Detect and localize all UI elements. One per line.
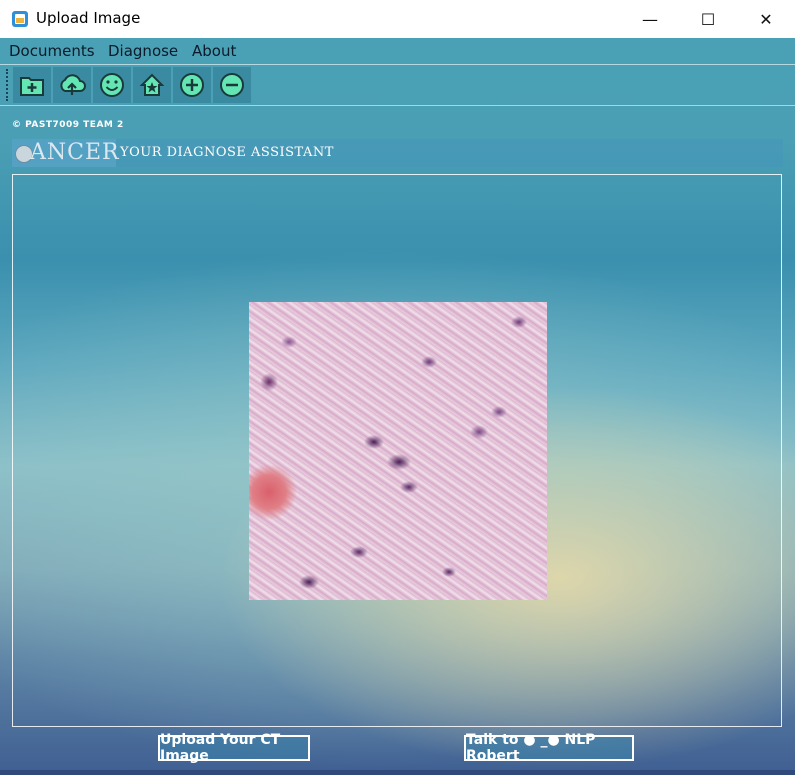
upload-cloud-icon — [60, 74, 86, 95]
logo: ANCER — [12, 139, 119, 167]
zoom-in-icon — [180, 73, 204, 97]
smiley-icon — [100, 73, 124, 97]
upload-ct-image-button[interactable]: Upload Your CT Image — [158, 732, 310, 764]
menu-diagnose[interactable]: Diagnose — [108, 42, 178, 60]
main-window: Documents Diagnose About © PAST7009 TEAM… — [0, 38, 795, 775]
menu-about[interactable]: About — [192, 42, 236, 60]
maximize-button[interactable]: ☐ — [679, 0, 737, 38]
diagnose-button[interactable] — [93, 67, 131, 103]
copyright-text: © PAST7009 TEAM 2 — [12, 120, 124, 130]
app-icon — [12, 11, 28, 27]
image-viewer — [12, 174, 782, 727]
status-bar — [0, 770, 795, 775]
menu-bar: Documents Diagnose About — [0, 38, 795, 65]
close-button[interactable]: ✕ — [737, 0, 795, 38]
toolbar — [0, 65, 795, 106]
home-button[interactable] — [133, 67, 171, 103]
tagline: YOUR DIAGNOSE ASSISTANT — [120, 145, 334, 160]
zoom-out-icon — [220, 73, 244, 97]
menu-documents[interactable]: Documents — [9, 42, 95, 60]
zoom-in-button[interactable] — [173, 67, 211, 103]
window-title: Upload Image — [36, 9, 141, 27]
minimize-button[interactable]: — — [621, 0, 679, 38]
home-star-icon — [139, 73, 165, 96]
new-folder-icon — [20, 77, 44, 96]
zoom-out-button[interactable] — [213, 67, 251, 103]
toolbar-grip[interactable] — [6, 69, 10, 101]
logo-text: ANCER — [30, 140, 120, 165]
upload-button[interactable] — [53, 67, 91, 103]
talk-to-nlp-robert-button[interactable]: Talk to ● _● NLP Robert — [464, 732, 634, 764]
title-bar: Upload Image — ☐ ✕ — [0, 0, 795, 38]
uploaded-image — [249, 302, 547, 600]
app-banner: ANCER YOUR DIAGNOSE ASSISTANT — [12, 139, 783, 167]
new-document-button[interactable] — [13, 67, 51, 103]
